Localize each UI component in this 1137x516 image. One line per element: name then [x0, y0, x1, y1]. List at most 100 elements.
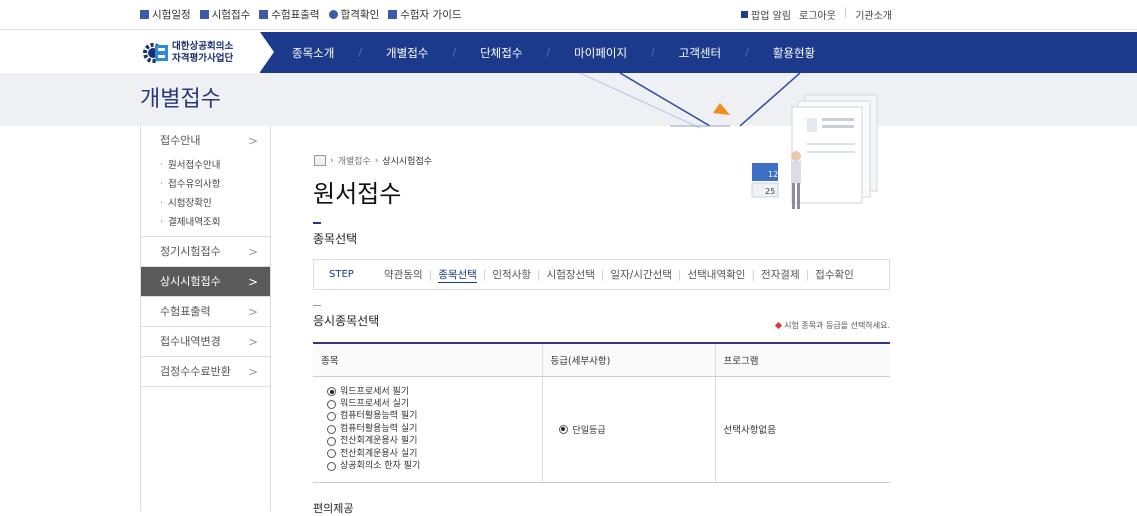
step-item: 일자/시간선택 [610, 269, 672, 281]
pencil-icon [199, 10, 209, 19]
lnb-item-change[interactable]: 접수내역변경 > [141, 327, 270, 357]
logout-link[interactable]: 로그아웃 [799, 7, 836, 22]
paper-stack-icon [791, 94, 878, 204]
lnb-sub-item[interactable]: 원서접수안내 [160, 156, 270, 175]
gnb-item-intro[interactable]: 종목소개 [292, 45, 334, 61]
util-link-label: 시험접수 [211, 9, 251, 21]
col-subject: 종목 [313, 342, 542, 377]
subject-option[interactable]: 전산회계운용사 필기 [321, 435, 542, 447]
subject-label: 컴퓨터활용능력 실기 [340, 423, 418, 434]
page-title: 원서접수 [313, 180, 402, 208]
lnb-item-ondemand[interactable]: 상시시험접수 > [141, 267, 270, 297]
utility-bar: 시험일정 시험접수 수험표출력 합격확인 수험자 가이드 팝업 알림 로그아웃 … [0, 0, 1137, 30]
radio-button[interactable] [327, 424, 336, 434]
lnb-item-label: 접수안내 [160, 134, 201, 147]
subject-option[interactable]: 워드프로세서 실기 [321, 398, 542, 410]
radio-button-checked[interactable] [558, 424, 568, 434]
lnb-item-guide[interactable]: 접수안내 > [141, 126, 270, 156]
lnb-sub-item[interactable]: 시험장확인 [160, 194, 270, 213]
lnb-item-label: 검정수수료반환 [160, 365, 231, 378]
radio-button[interactable] [327, 449, 336, 459]
divider: › [374, 155, 379, 166]
col-program: 프로그램 [714, 342, 890, 377]
divider: | [751, 268, 755, 281]
calendar-icon: 12 25 [751, 163, 779, 198]
util-link-pass[interactable]: 합격확인 [328, 7, 380, 22]
section-marker [313, 222, 321, 224]
gnb-item-support[interactable]: 고객센터 [679, 45, 721, 61]
radio-button[interactable] [327, 436, 336, 446]
chevron-right-icon: > [247, 365, 258, 379]
util-link-ticket[interactable]: 수험표출력 [259, 7, 320, 22]
program-cell: 선택사항없음 [714, 376, 890, 483]
step-item: 접수확인 [815, 269, 854, 281]
divider: / [452, 46, 457, 59]
step-item: 선택내역확인 [687, 269, 746, 281]
table-header-row: 종목 등급(세부사항) 프로그램 [313, 342, 890, 377]
divider: | [677, 268, 682, 281]
section-title: 종목선택 [313, 232, 358, 246]
util-link-label: 합격확인 [340, 9, 380, 21]
subject-option[interactable]: 전산회계운용사 실기 [321, 448, 542, 460]
util-link-guide[interactable]: 수험자 가이드 [388, 7, 462, 22]
radio-button[interactable] [327, 461, 336, 471]
radio-button[interactable] [327, 412, 336, 422]
breadcrumb: › 개별접수 › 상시시험접수 [314, 154, 432, 167]
left-nav: 접수안내 > 원서접수안내 접수유의사항 시험장확인 결제내역조회 정기시험접수 >… [140, 126, 271, 511]
subject-option[interactable]: 워드프로세서 필기 [321, 386, 542, 398]
grade-option[interactable]: 단일등급 [551, 423, 715, 436]
util-link-schedule[interactable]: 시험일정 [140, 7, 191, 22]
subject-label: 전산회계운용사 필기 [340, 436, 418, 447]
divider: › [330, 155, 334, 166]
breadcrumb-level1[interactable]: 개별접수 [338, 154, 371, 167]
lnb-sub-item[interactable]: 결제내역조회 [160, 213, 270, 232]
selection-hint: 시험 종목과 등급을 선택하세요. [775, 320, 890, 331]
subject-option[interactable]: 상공회의소 한자 필기 [321, 460, 542, 472]
gnb-item-group[interactable]: 단체접수 [480, 45, 522, 61]
chevron-right-icon: > [247, 134, 258, 148]
subject-label: 워드프로세서 실기 [340, 398, 410, 409]
calendar-day-top: 12 [768, 170, 778, 179]
divider: | [537, 268, 541, 281]
lnb-item-refund[interactable]: 검정수수료반환 > [141, 357, 270, 387]
book-icon [388, 10, 398, 19]
divider: / [745, 46, 749, 59]
radio-button-checked[interactable] [327, 387, 336, 397]
home-icon[interactable] [314, 155, 326, 166]
gnb-item-mypage[interactable]: 마이페이지 [574, 45, 627, 61]
lnb-sub-item[interactable]: 접수유의사항 [160, 175, 270, 194]
gnb-item-individual[interactable]: 개별접수 [386, 45, 428, 61]
subsection-marker [313, 305, 321, 306]
radio-button[interactable] [327, 399, 336, 409]
lnb-item-regular[interactable]: 정기시험접수 > [141, 237, 270, 267]
gnb-menu: 종목소개 / 개별접수 / 단체접수 / 마이페이지 / 고객센터 / 활용현황 [292, 32, 815, 73]
gnb-item-usage[interactable]: 활용현황 [773, 45, 815, 61]
chevron-right-icon: > [247, 335, 258, 349]
step-label: STEP [329, 269, 354, 280]
logo[interactable]: 대한상공회의소 자격평가사업단 [0, 32, 274, 73]
popup-alert-link[interactable]: 팝업 알림 [741, 7, 791, 22]
lnb-item-ticket[interactable]: 수험표출력 > [141, 297, 270, 327]
util-link-label: 팝업 알림 [751, 11, 791, 22]
divider: / [546, 46, 551, 59]
logo-gear-icon [143, 43, 168, 63]
subject-label: 상공회의소 한자 필기 [340, 461, 421, 472]
step-item: 전자결제 [760, 269, 800, 281]
util-link-label: 수험표출력 [271, 9, 320, 21]
calendar-day-bottom: 25 [765, 187, 775, 196]
grade-cell: 단일등급 [541, 376, 715, 483]
subject-option[interactable]: 컴퓨터활용능력 필기 [321, 410, 542, 422]
divider: | [843, 7, 848, 18]
util-link-label: 시험일정 [152, 9, 191, 21]
arrow-icon [713, 103, 730, 115]
logo-text: 대한상공회의소 자격평가사업단 [172, 41, 233, 65]
document-illustration: 12 25 [579, 73, 878, 209]
subject-option[interactable]: 컴퓨터활용능력 실기 [321, 423, 542, 435]
util-link-apply[interactable]: 시험접수 [199, 7, 251, 22]
divider: | [482, 268, 487, 281]
lnb-item-label: 접수내역변경 [160, 335, 221, 348]
visual-title: 개별접수 [140, 87, 221, 112]
lnb-item-label: 정기시험접수 [160, 245, 221, 258]
about-link[interactable]: 기관소개 [855, 7, 892, 22]
subject-label: 워드프로세서 필기 [340, 386, 410, 397]
